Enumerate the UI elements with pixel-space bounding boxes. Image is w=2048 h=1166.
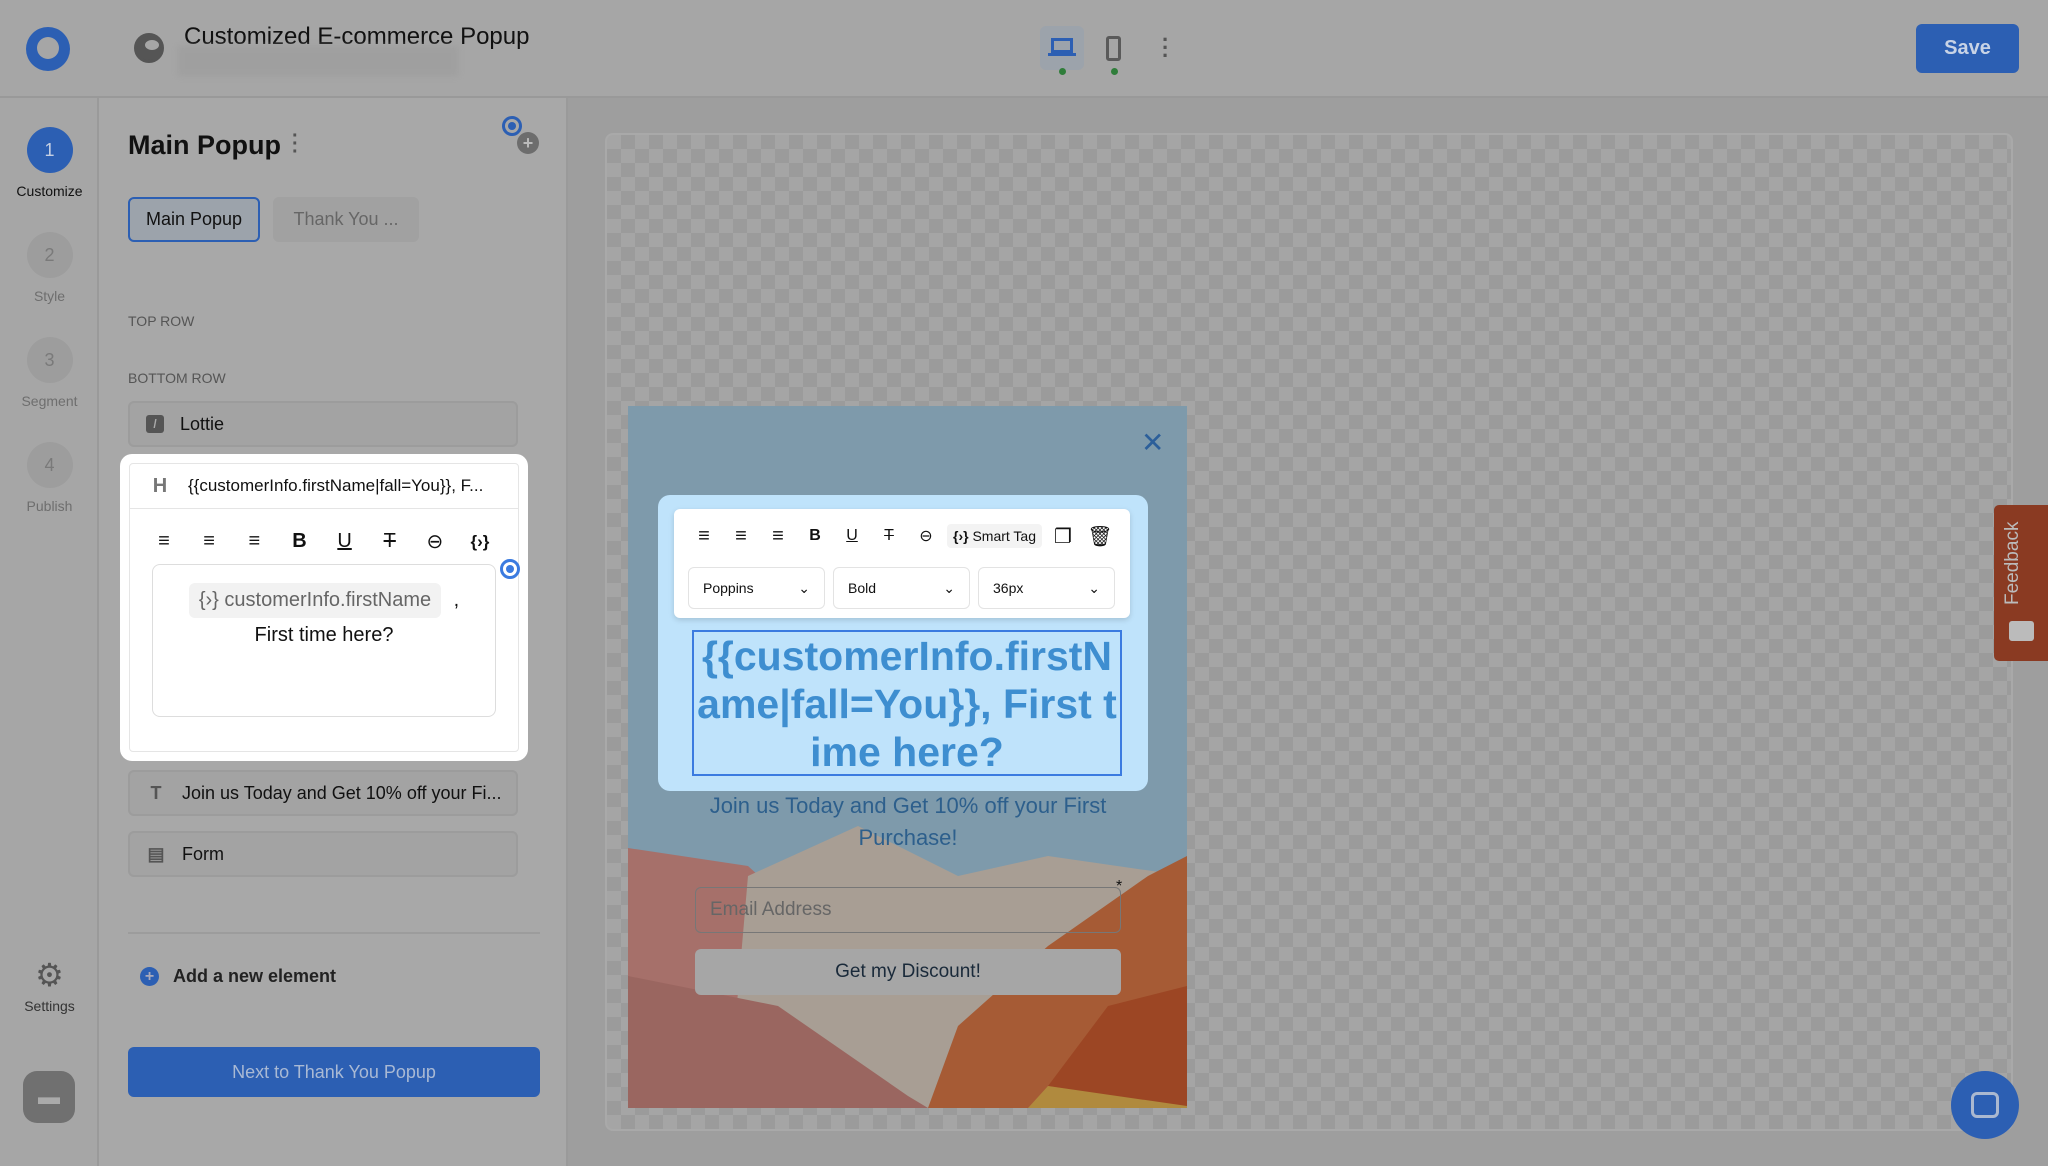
- laptop-icon: [1051, 38, 1073, 53]
- globe-icon[interactable]: [134, 33, 164, 63]
- close-icon[interactable]: ✕: [1141, 426, 1164, 459]
- panel-menu-icon[interactable]: · · ·: [292, 126, 299, 162]
- chevron-down-icon: ⌄: [1088, 579, 1100, 596]
- divider: [128, 932, 540, 934]
- element-lottie[interactable]: / Lottie: [128, 401, 518, 447]
- text-icon: T: [150, 782, 162, 803]
- step-style[interactable]: 2 Style: [0, 232, 99, 304]
- bold-icon[interactable]: B: [283, 530, 315, 553]
- plus-icon[interactable]: +: [517, 132, 539, 154]
- smart-tag-icon: {›}: [953, 528, 973, 544]
- next-button[interactable]: Next to Thank You Popup: [128, 1047, 540, 1097]
- smart-tag-chip[interactable]: {›} customerInfo.firstName: [188, 583, 442, 618]
- element-heading[interactable]: H {{customerInfo.firstName|fall=You}}, F…: [129, 463, 519, 752]
- strikethrough-icon[interactable]: T: [873, 527, 905, 545]
- desktop-status-dot: [1059, 68, 1066, 75]
- popup-subtitle: Join us Today and Get 10% off your First…: [709, 793, 1107, 850]
- add-element-button[interactable]: + Add a new element: [140, 966, 336, 987]
- link-icon[interactable]: ⊖: [910, 526, 942, 546]
- tab-thank-you[interactable]: Thank You ...: [273, 197, 419, 242]
- feedback-tab[interactable]: Feedback: [1994, 505, 2048, 661]
- step-customize[interactable]: 1 Customize: [0, 127, 99, 199]
- chat-icon: [1971, 1092, 1999, 1118]
- chevron-down-icon: ⌄: [798, 579, 810, 596]
- briefcase-icon: ▬: [38, 1084, 60, 1109]
- strikethrough-icon[interactable]: T: [374, 530, 406, 553]
- element-text[interactable]: T Join us Today and Get 10% off your Fi..…: [128, 770, 518, 816]
- lottie-icon: /: [146, 415, 164, 433]
- font-size-select[interactable]: 36px ⌄: [978, 567, 1115, 609]
- heading-edit-overlay: ≡ ≡ ≡ B U T ⊖ {›} Smart Tag ❐ 🗑 Poppins ⌄…: [658, 495, 1148, 791]
- align-left-icon[interactable]: ≡: [148, 530, 180, 553]
- gear-icon: ⚙: [35, 957, 64, 993]
- bold-icon[interactable]: B: [799, 527, 831, 545]
- form-icon: ▤: [147, 843, 165, 864]
- smart-tag-button[interactable]: {›} Smart Tag: [947, 524, 1042, 548]
- step-rail: 1 Customize 2 Style 3 Segment 4 Publish ⚙ Set…: [0, 98, 99, 1166]
- get-discount-button[interactable]: Get my Discount!: [695, 949, 1121, 995]
- align-right-icon[interactable]: ≡: [238, 530, 270, 553]
- delete-icon[interactable]: 🗑: [1084, 524, 1116, 549]
- heading-element-label: {{customerInfo.firstName|fall=You}}, F..…: [188, 476, 484, 495]
- font-family-select[interactable]: Poppins ⌄: [688, 567, 825, 609]
- smart-tag-icon[interactable]: {›}: [464, 532, 496, 552]
- app-logo[interactable]: [26, 27, 70, 71]
- blurred-subtitle: [178, 46, 458, 76]
- element-heading-card: H {{customerInfo.firstName|fall=You}}, F…: [120, 454, 528, 761]
- top-row-label: TOP ROW: [128, 313, 195, 329]
- align-left-icon[interactable]: ≡: [688, 525, 720, 548]
- underline-icon[interactable]: U: [836, 527, 868, 545]
- required-mark: *: [1116, 878, 1123, 895]
- tab-main-popup[interactable]: Main Popup: [128, 197, 260, 242]
- text-format-toolbar: ≡ ≡ ≡ B U T ⊖ {›}: [130, 509, 518, 564]
- desktop-view-button[interactable]: [1040, 26, 1084, 70]
- email-input[interactable]: Email Address: [695, 887, 1121, 933]
- bottom-row-label: BOTTOM ROW: [128, 370, 226, 386]
- font-weight-select[interactable]: Bold ⌄: [833, 567, 970, 609]
- link-icon[interactable]: ⊖: [419, 529, 451, 554]
- smiley-chat-icon: [2009, 621, 2034, 641]
- align-center-icon[interactable]: ≡: [193, 530, 225, 553]
- smart-tag-icon: {›}: [198, 589, 225, 611]
- align-right-icon[interactable]: ≡: [762, 525, 794, 548]
- mobile-view-button[interactable]: [1106, 36, 1121, 61]
- chat-launcher[interactable]: [1951, 1071, 2019, 1139]
- popup-format-toolbar: ≡ ≡ ≡ B U T ⊖ {›} Smart Tag ❐ 🗑 Poppins ⌄…: [674, 509, 1130, 618]
- underline-icon[interactable]: U: [329, 530, 361, 553]
- more-options-icon[interactable]: · · ·: [1162, 29, 1169, 67]
- drag-handle-icon[interactable]: [500, 559, 520, 579]
- copy-icon[interactable]: ❐: [1047, 524, 1079, 549]
- save-button[interactable]: Save: [1916, 24, 2019, 73]
- chevron-down-icon: ⌄: [943, 579, 955, 596]
- element-form[interactable]: ▤ Form: [128, 831, 518, 877]
- settings-button[interactable]: ⚙ Settings: [0, 956, 99, 1014]
- align-center-icon[interactable]: ≡: [725, 525, 757, 548]
- mobile-status-dot: [1111, 68, 1118, 75]
- step-publish[interactable]: 4 Publish: [0, 442, 99, 514]
- plus-circle-icon: +: [140, 967, 159, 986]
- top-bar: Customized E-commerce Popup · · · Save: [0, 0, 2048, 98]
- heading-icon: H: [152, 474, 168, 497]
- add-target-icon[interactable]: [502, 116, 522, 136]
- step-segment[interactable]: 3 Segment: [0, 337, 99, 409]
- briefcase-button[interactable]: ▬: [23, 1071, 75, 1123]
- panel-title: Main Popup: [128, 130, 281, 160]
- heading-text-editor[interactable]: {›} customerInfo.firstName , First time …: [152, 564, 496, 717]
- popup-heading[interactable]: {{customerInfo.firstName|fall=You}}, Fir…: [692, 630, 1122, 776]
